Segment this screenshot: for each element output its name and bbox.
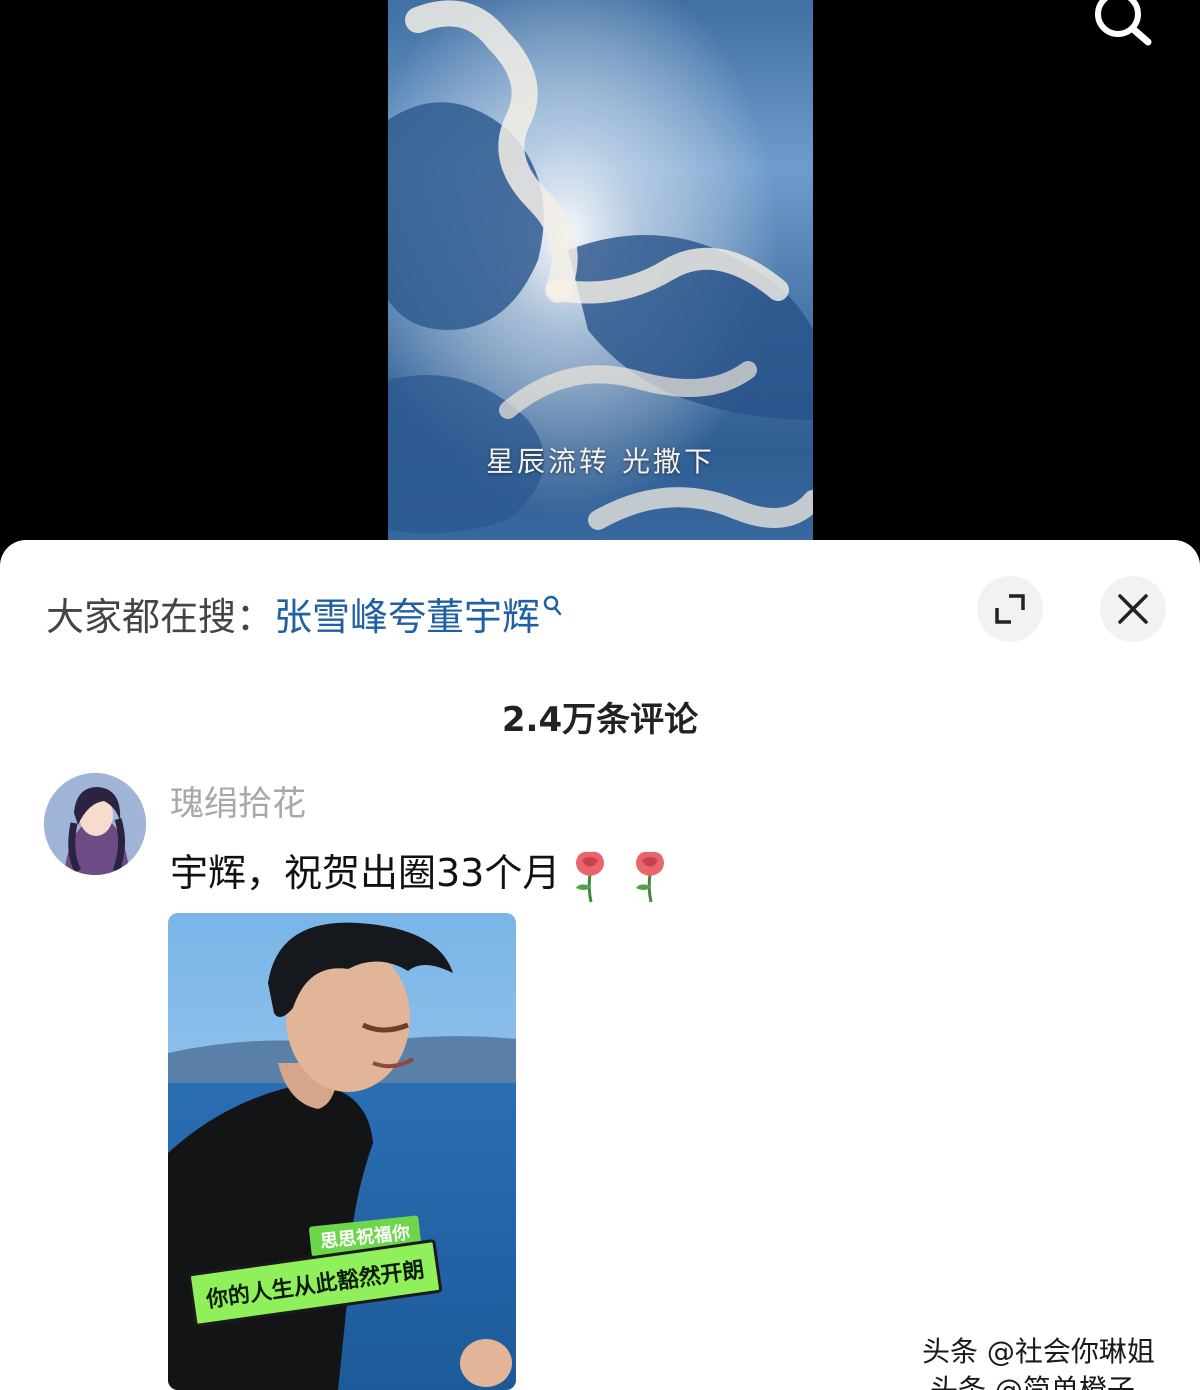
expand-icon bbox=[995, 594, 1025, 624]
rose-emoji-icon bbox=[636, 851, 665, 902]
comment-text: 宇辉，祝贺出圈33个月 bbox=[170, 851, 561, 895]
comment-image[interactable]: 思思祝福你 你的人生从此豁然开朗 bbox=[168, 913, 516, 1390]
watermark: 头条 @社会你琳姐 bbox=[922, 1335, 1155, 1368]
expand-button[interactable] bbox=[977, 576, 1043, 642]
comment-count: 2.4万条评论 bbox=[501, 700, 699, 740]
hot-search-bar[interactable]: 大家都在搜：张雪峰夸董宇辉 bbox=[46, 586, 564, 641]
search-icon[interactable] bbox=[1088, 0, 1158, 48]
avatar[interactable] bbox=[44, 773, 146, 875]
comment-username[interactable]: 瑰绢拾花 bbox=[170, 776, 306, 825]
video-player[interactable]: 星辰流转 光撒下 bbox=[0, 0, 1200, 560]
rose-emoji-icon bbox=[576, 851, 605, 902]
video-frame[interactable]: 星辰流转 光撒下 bbox=[388, 0, 813, 560]
comment-body: 宇辉，祝贺出圈33个月 bbox=[170, 842, 672, 904]
comment-sheet: 大家都在搜：张雪峰夸董宇辉 2.4万条评论 瑰绢拾花 宇辉，祝贺出圈33个月 思… bbox=[0, 540, 1200, 1390]
watermark-secondary: 头条 @简单橙子 bbox=[930, 1373, 1135, 1390]
hot-search-label: 大家都在搜： bbox=[46, 595, 275, 639]
hot-search-term[interactable]: 张雪峰夸董宇辉 bbox=[274, 595, 540, 639]
search-icon bbox=[543, 595, 562, 616]
video-subtitle: 星辰流转 光撒下 bbox=[486, 445, 715, 478]
close-button[interactable] bbox=[1100, 576, 1166, 642]
close-icon bbox=[1118, 594, 1148, 624]
